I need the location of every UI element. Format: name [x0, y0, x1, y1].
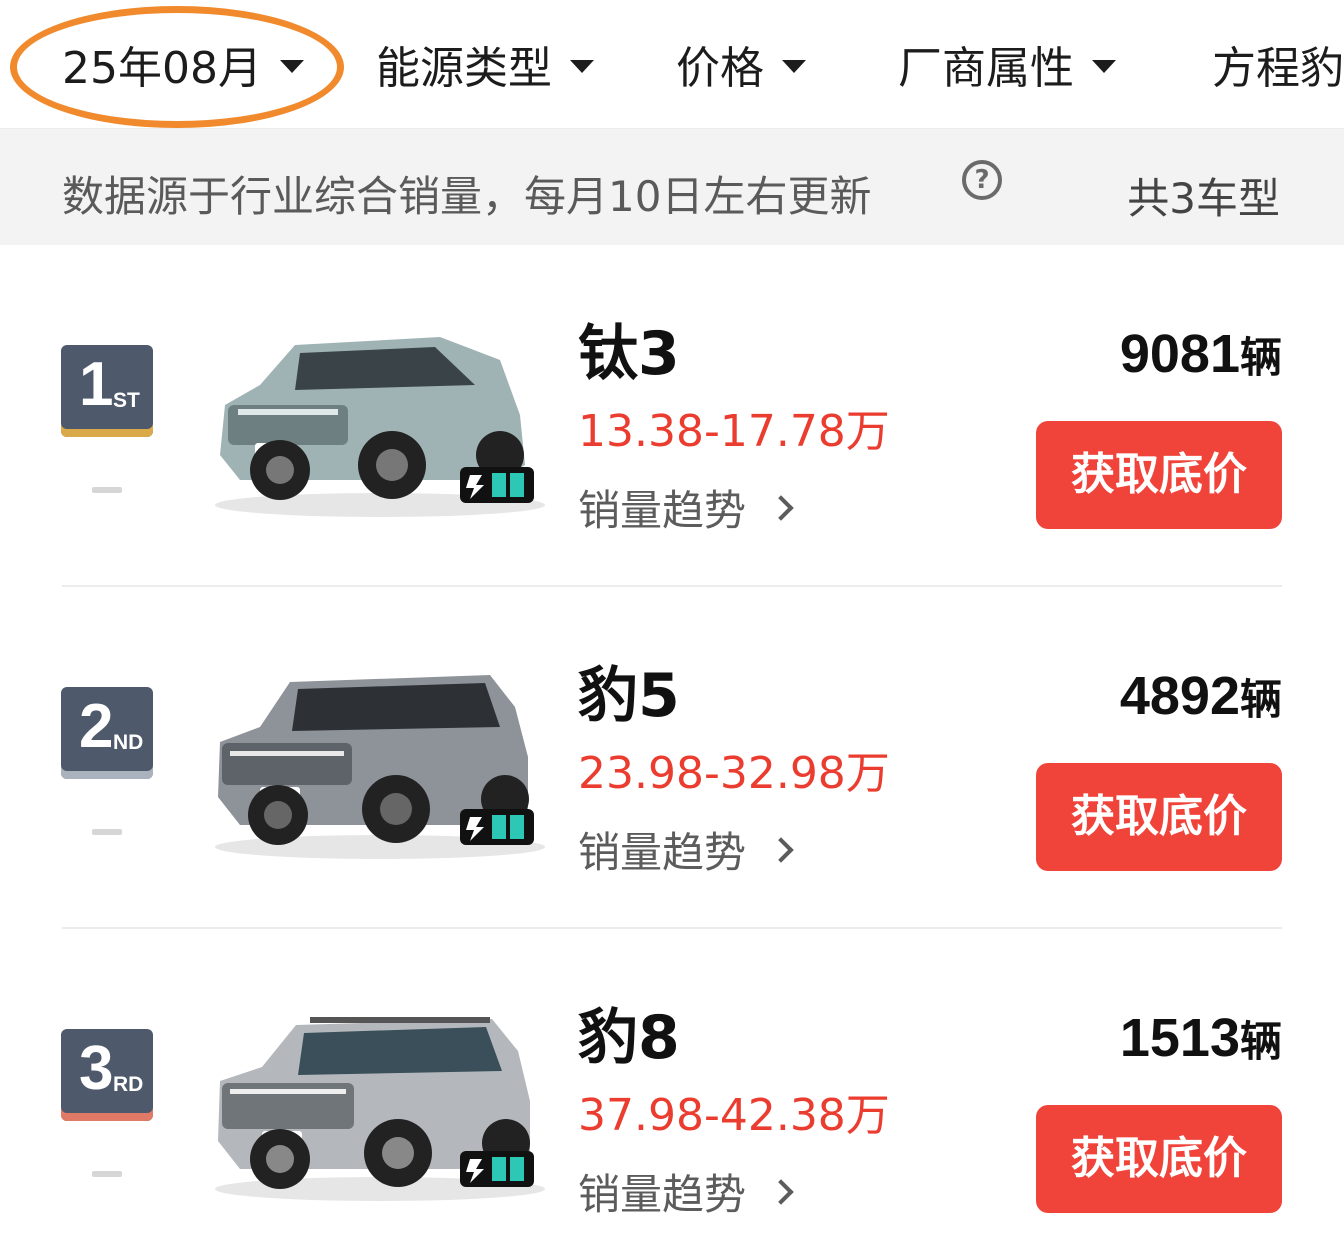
filter-month[interactable]: 25年08月 [62, 32, 304, 96]
chevron-right-icon [768, 1178, 794, 1205]
sales-number: 4892 [1119, 666, 1240, 726]
ranking-row[interactable]: 1 ST 钛3 13.38-17.78万 销量趋势 9081辆 获取底价 [0, 245, 1344, 587]
car-image-ti3[interactable] [200, 305, 546, 525]
car-price-range: 13.38-17.78万 [578, 406, 890, 457]
car-name[interactable]: 豹8 [578, 989, 680, 1076]
sales-trend-label: 销量趋势 [578, 1170, 747, 1219]
ranking-row[interactable]: 3 RD 豹8 37.98-42.38万 销量趋势 1513辆 获取底价 [0, 929, 1344, 1258]
sales-number: 9081 [1119, 324, 1240, 384]
model-count: 共3车型 [1127, 174, 1280, 223]
caret-down-icon [782, 59, 806, 73]
car-image-bao5[interactable] [200, 647, 546, 867]
filter-energy-type-label: 能源类型 [376, 43, 552, 94]
filter-maker-type[interactable]: 厂商属性 [898, 32, 1116, 96]
rank-suffix: ND [113, 731, 144, 754]
sales-unit: 辆 [1239, 333, 1282, 382]
sales-trend-link[interactable]: 销量趋势 [578, 1161, 794, 1222]
chevron-right-icon [768, 836, 794, 863]
car-image-bao8[interactable] [200, 989, 546, 1209]
rank-badge: 3 RD [61, 1029, 153, 1121]
sales-trend-link[interactable]: 销量趋势 [578, 477, 794, 538]
chevron-right-icon [768, 494, 794, 521]
ranking-row[interactable]: 2 ND 豹5 23.98-32.98万 销量趋势 4892辆 获取底价 [0, 587, 1344, 929]
filter-maker-type-label: 厂商属性 [898, 43, 1074, 94]
sales-volume: 9081辆 [1120, 323, 1282, 385]
rank-number: 1 [79, 350, 114, 419]
filter-bar: 25年08月 能源类型 价格 厂商属性 方程豹 [0, 0, 1344, 129]
sales-trend-label: 销量趋势 [578, 828, 747, 877]
get-lowest-price-button[interactable]: 获取底价 [1036, 421, 1282, 529]
sales-unit: 辆 [1239, 675, 1282, 724]
help-icon[interactable]: ? [962, 160, 1002, 200]
rank-change-dash [92, 1171, 122, 1177]
rank-suffix: RD [113, 1073, 144, 1096]
car-price-range: 23.98-32.98万 [578, 748, 890, 799]
caret-down-icon [279, 59, 304, 73]
car-name[interactable]: 钛3 [578, 305, 680, 392]
rank-suffix: ST [113, 389, 140, 412]
rank-number: 3 [79, 1034, 114, 1103]
rank-change-dash [92, 487, 122, 493]
rank-number: 2 [79, 692, 114, 761]
filter-energy-type[interactable]: 能源类型 [376, 32, 594, 96]
filter-month-label: 25年08月 [62, 43, 262, 94]
rank-badge: 1 ST [61, 345, 153, 437]
filter-price[interactable]: 价格 [676, 32, 806, 96]
filter-brand[interactable]: 方程豹 [1212, 32, 1344, 96]
get-lowest-price-button[interactable]: 获取底价 [1036, 763, 1282, 871]
rank-badge: 2 ND [61, 687, 153, 779]
battery-ev-icon [460, 1151, 534, 1187]
info-bar: 数据源于行业综合销量，每月10日左右更新 共3车型 [0, 129, 1344, 245]
filter-price-label: 价格 [676, 43, 764, 94]
sales-volume: 4892辆 [1120, 665, 1282, 727]
data-source-note: 数据源于行业综合销量，每月10日左右更新 [62, 172, 872, 221]
car-name[interactable]: 豹5 [578, 647, 680, 734]
rank-change-dash [92, 829, 122, 835]
sales-trend-label: 销量趋势 [578, 486, 747, 535]
sales-number: 1513 [1119, 1008, 1240, 1068]
car-price-range: 37.98-42.38万 [578, 1090, 890, 1141]
sales-ranking-page: 25年08月 能源类型 价格 厂商属性 方程豹 数据源于行业综合销量，每月10日… [0, 0, 1344, 1258]
sales-trend-link[interactable]: 销量趋势 [578, 819, 794, 880]
caret-down-icon [1092, 59, 1116, 73]
get-lowest-price-button[interactable]: 获取底价 [1036, 1105, 1282, 1213]
battery-ev-icon [460, 467, 534, 503]
sales-volume: 1513辆 [1120, 1007, 1282, 1069]
battery-ev-icon [460, 809, 534, 845]
caret-down-icon [570, 59, 594, 73]
filter-brand-label: 方程豹 [1212, 43, 1344, 94]
sales-unit: 辆 [1239, 1017, 1282, 1066]
